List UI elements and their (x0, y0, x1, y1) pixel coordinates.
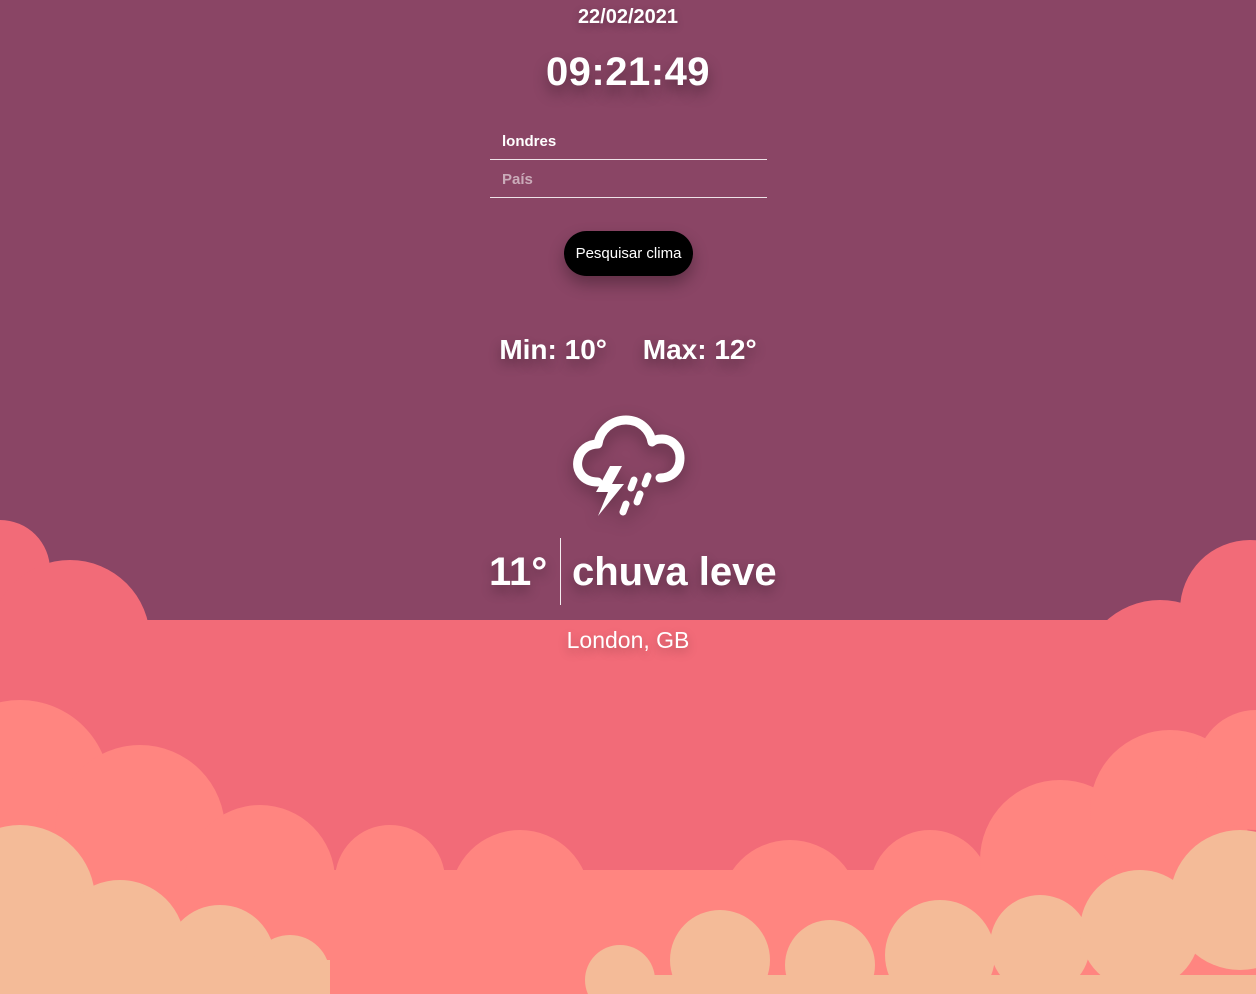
max-temperature: Max: 12° (642, 334, 757, 365)
city-input[interactable] (490, 123, 767, 160)
current-conditions: 11° chuva leve (0, 538, 1256, 606)
current-temperature: 11° (489, 550, 548, 594)
search-weather-button[interactable]: Pesquisar clima (564, 231, 693, 276)
divider (560, 538, 561, 605)
min-max-temperature: Min: 10° Max: 12° (0, 334, 1256, 366)
current-date: 22/02/2021 (577, 6, 679, 28)
country-input[interactable] (490, 161, 767, 198)
weather-app: 22/02/2021 09:21:49 Pesquisar clima Min:… (0, 0, 1256, 994)
current-time: 09:21:49 (545, 50, 711, 94)
weather-description: chuva leve (572, 550, 777, 594)
min-temperature: Min: 10° (499, 334, 607, 365)
location-label: London, GB (566, 627, 690, 653)
thunderstorm-rain-icon (573, 415, 685, 516)
